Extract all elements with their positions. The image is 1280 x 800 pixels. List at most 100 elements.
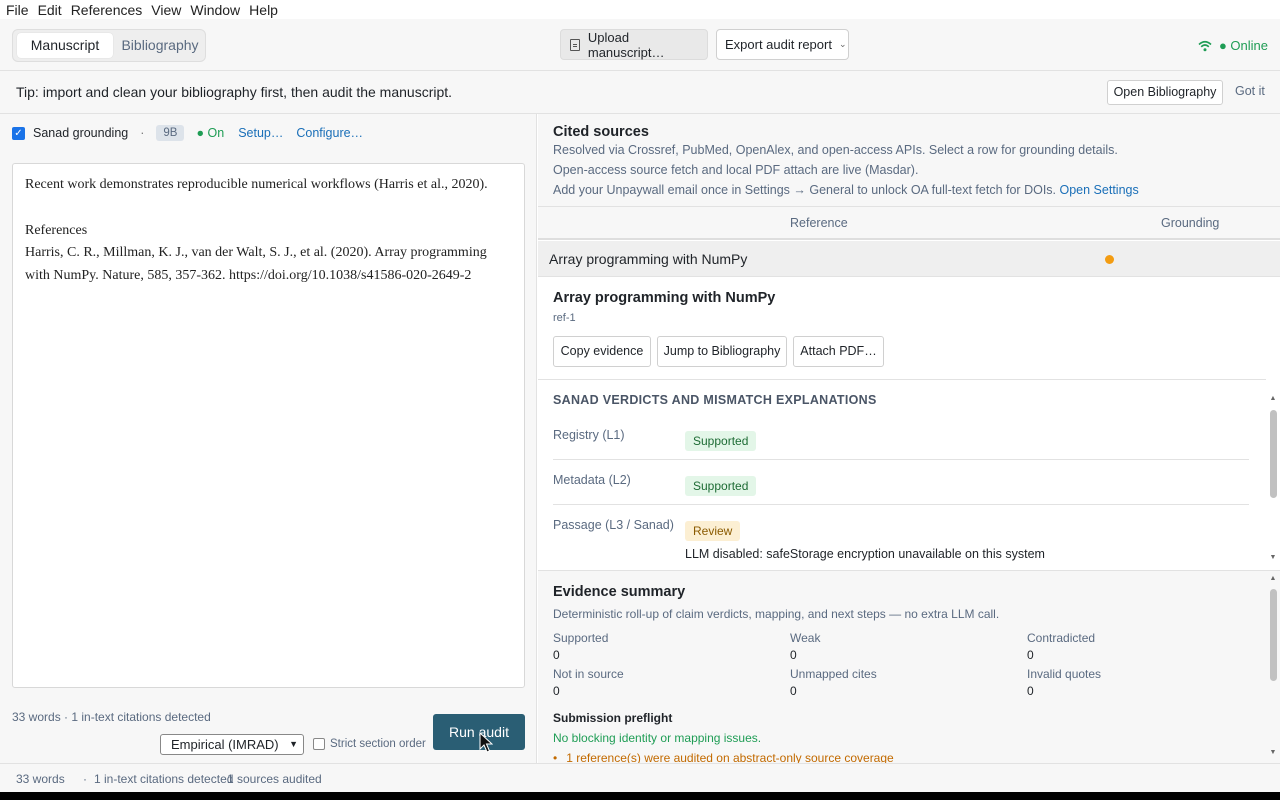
grounding-label: Sanad grounding [33, 126, 129, 140]
manuscript-pane: ✓ Sanad grounding · 9B ● On Setup… Confi… [0, 114, 537, 763]
attach-pdf-button[interactable]: Attach PDF… [793, 336, 884, 367]
mouse-cursor-icon [479, 732, 493, 753]
menu-references[interactable]: References [71, 3, 143, 17]
scroll-up-icon[interactable]: ▲ [1268, 395, 1278, 402]
stat-weak: Weak 0 [790, 631, 820, 662]
strict-section-order-checkbox[interactable] [313, 738, 325, 750]
copy-evidence-button[interactable]: Copy evidence [553, 336, 651, 367]
scrollbar-thumb[interactable] [1270, 589, 1277, 681]
open-settings-link[interactable]: Open Settings [1060, 183, 1139, 197]
menu-view[interactable]: View [151, 3, 181, 17]
cited-sources-unpaywall-note: Add your Unpaywall email once in Setting… [553, 183, 1139, 197]
cited-sources-header: Cited sources Resolved via Crossref, Pub… [538, 114, 1280, 206]
chevron-down-icon: ⌄ [838, 39, 847, 49]
stat-label: Weak [790, 631, 821, 645]
grounding-checkbox[interactable]: ✓ [12, 126, 25, 140]
strict-section-order-label: Strict section order [330, 738, 426, 750]
scrollbar-thumb[interactable] [1270, 410, 1277, 498]
scroll-down-icon[interactable]: ▼ [1268, 749, 1278, 756]
manuscript-stats: 33 words · 1 in-text citations detected [12, 710, 211, 724]
cited-sources-description: Resolved via Crossref, PubMed, OpenAlex,… [553, 143, 1118, 157]
references-heading: References [25, 222, 88, 238]
strict-section-order: Strict section order [313, 738, 426, 750]
menu-help[interactable]: Help [249, 3, 278, 17]
preflight-warning: 1 reference(s) were audited on abstract-… [553, 751, 894, 763]
verdict-row-metadata: Metadata (L2) Supported [553, 471, 1249, 505]
app-window: File Edit References View Window Help Ma… [0, 0, 1280, 792]
preflight-ok-message: No blocking identity or mapping issues. [553, 731, 762, 745]
manuscript-editor[interactable]: Recent work demonstrates reproducible nu… [12, 163, 525, 688]
grounding-status-dot [1105, 255, 1114, 264]
verdict-badge-supported: Supported [685, 431, 757, 451]
tab-bibliography[interactable]: Bibliography [117, 33, 203, 58]
stat-value: 0 [553, 648, 560, 662]
unpaywall-note-text: Add your Unpaywall email once in Setting… [553, 183, 1057, 197]
verdicts-heading: SANAD VERDICTS AND MISMATCH EXPLANATIONS [553, 393, 877, 407]
stat-value: 0 [1027, 648, 1034, 662]
menubar: File Edit References View Window Help [0, 0, 1280, 19]
tip-text: Tip: import and clean your bibliography … [16, 84, 453, 100]
detail-ref-id: ref-1 [553, 312, 576, 324]
setup-link[interactable]: Setup… [238, 126, 283, 140]
cited-sources-title: Cited sources [553, 124, 649, 140]
separator-dot: · [140, 126, 145, 140]
wifi-icon [1198, 40, 1212, 51]
upload-manuscript-button[interactable]: Upload manuscript… [560, 29, 708, 60]
detail-scrollbar-bottom: ▼ [1268, 554, 1278, 564]
row-reference-title: Array programming with NumPy [549, 251, 748, 267]
stat-value: 0 [553, 684, 560, 698]
export-audit-report-label: Export audit report [725, 37, 832, 52]
manuscript-template-select[interactable]: Empirical (IMRAD) ▼ [160, 734, 304, 755]
evidence-summary-title: Evidence summary [553, 584, 686, 600]
divider [538, 379, 1266, 380]
verdict-key: Passage (L3 / Sanad) [553, 518, 674, 532]
status-separator: · [83, 772, 87, 786]
reference-detail-panel: Array programming with NumPy ref-1 Copy … [538, 278, 1280, 569]
stat-value: 0 [790, 648, 797, 662]
connection-status: ● Online [1198, 38, 1268, 53]
passage-verdict-note: LLM disabled: safeStorage encryption una… [685, 547, 1045, 561]
evidence-summary-panel: Evidence summary Deterministic roll-up o… [538, 570, 1280, 763]
reference-entry: Harris, C. R., Millman, K. J., van der W… [25, 245, 487, 283]
configure-link[interactable]: Configure… [296, 126, 363, 140]
stat-label: Supported [553, 631, 609, 645]
cited-sources-fetch-note: Open-access source fetch and local PDF a… [553, 163, 919, 177]
open-bibliography-button[interactable]: Open Bibliography [1107, 80, 1223, 105]
dismiss-tip-button[interactable]: Got it [1235, 84, 1265, 98]
detail-title: Array programming with NumPy [553, 290, 776, 306]
export-audit-report-button[interactable]: Export audit report ⌄ [716, 29, 849, 60]
column-grounding: Grounding [1161, 216, 1220, 230]
menu-window[interactable]: Window [190, 3, 240, 17]
template-select-value: Empirical (IMRAD) [171, 737, 279, 752]
table-row[interactable]: Array programming with NumPy [538, 241, 1280, 277]
stat-label: Invalid quotes [1027, 667, 1102, 681]
menu-file[interactable]: File [6, 3, 29, 17]
status-citations: 1 in-text citations detected [94, 772, 234, 786]
column-reference: Reference [790, 216, 848, 230]
tab-manuscript[interactable]: Manuscript [17, 33, 113, 58]
jump-to-bibliography-button[interactable]: Jump to Bibliography [657, 336, 787, 367]
view-switcher: Manuscript Bibliography [12, 29, 206, 62]
select-arrow-icon: ▼ [289, 739, 298, 749]
stat-label: Not in source [553, 667, 624, 681]
grounding-state: ● On [196, 126, 225, 140]
verdict-badge-supported: Supported [685, 476, 757, 496]
status-sources-audited: 1 sources audited [227, 772, 322, 786]
verdict-key: Metadata (L2) [553, 473, 631, 487]
stat-value: 0 [1027, 684, 1034, 698]
scroll-up-icon[interactable]: ▲ [1268, 575, 1278, 582]
detail-scrollbar[interactable]: ▲ [1268, 394, 1278, 569]
stat-label: Unmapped cites [790, 667, 877, 681]
scroll-down-icon[interactable]: ▼ [1268, 554, 1278, 561]
model-size-badge: 9B [156, 125, 185, 141]
evidence-summary-subtitle: Deterministic roll-up of claim verdicts,… [553, 607, 1000, 621]
stat-supported: Supported 0 [553, 631, 608, 662]
header-toolbar: Manuscript Bibliography Upload manuscrip… [0, 19, 1280, 71]
evidence-scrollbar[interactable]: ▲ ▼ [1268, 575, 1278, 761]
verdict-badge-review: Review [685, 521, 741, 541]
menu-edit[interactable]: Edit [38, 3, 62, 17]
audit-results-pane: Cited sources Resolved via Crossref, Pub… [538, 114, 1280, 763]
stat-not-in-source: Not in source 0 [553, 667, 624, 698]
status-bar: 33 words · 1 in-text citations detected … [0, 763, 1280, 792]
manuscript-body-text: Recent work demonstrates reproducible nu… [25, 177, 488, 192]
